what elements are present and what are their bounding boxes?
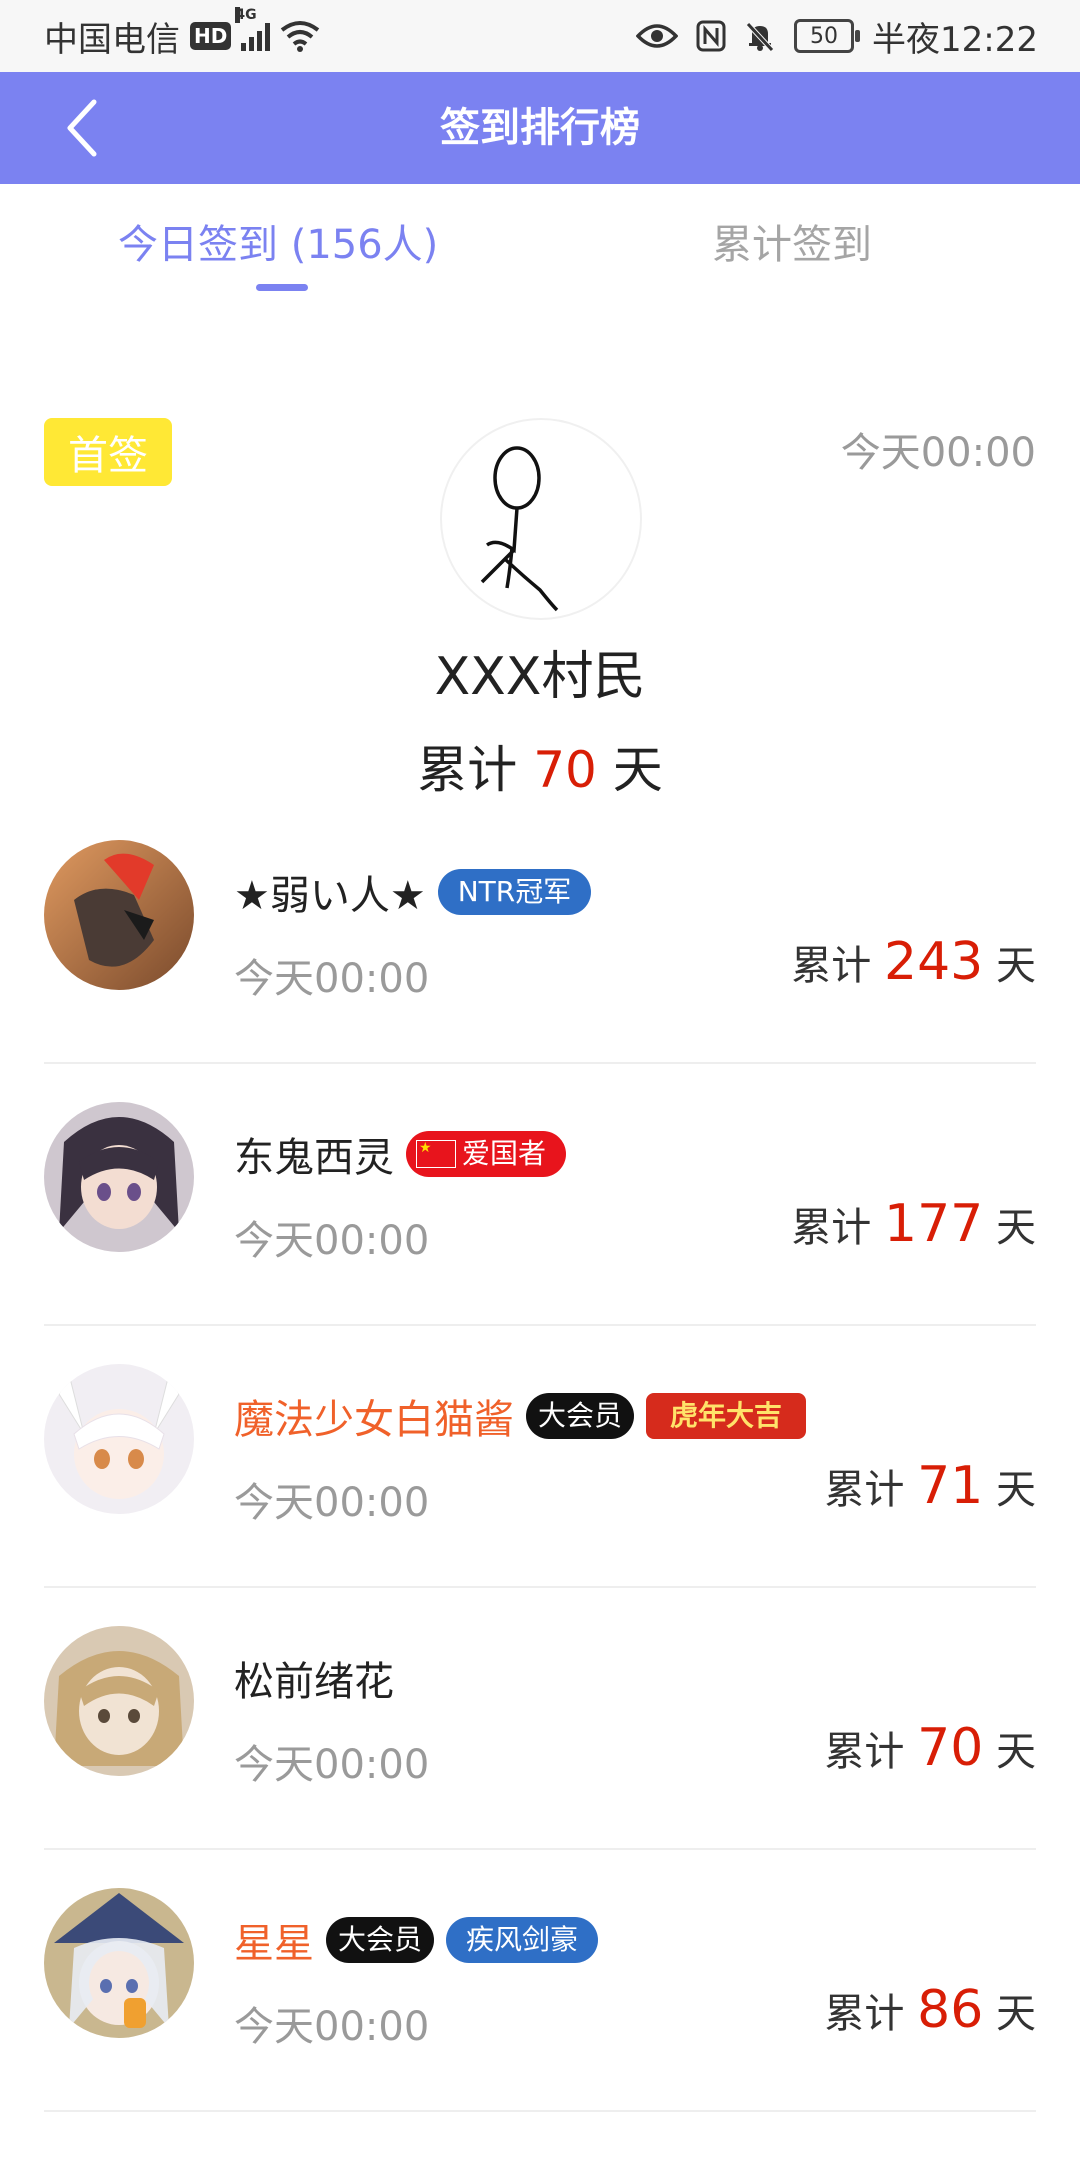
- total-days: 累计 177 天: [791, 1194, 1036, 1254]
- tab-total-signin[interactable]: 累计签到: [712, 212, 872, 270]
- total-days: 累计 243 天: [791, 932, 1036, 992]
- user-name: ★弱い人★: [234, 873, 426, 919]
- avatar-image: [44, 840, 194, 990]
- nfc-icon: [696, 20, 726, 52]
- days-prefix: 累计: [824, 1729, 905, 1775]
- avatar-image: [44, 1102, 194, 1252]
- first-sign-name: XXX村民: [434, 647, 646, 707]
- avatar[interactable]: [44, 1888, 194, 2038]
- days-prefix: 累计: [824, 1467, 905, 1513]
- status-bar: 中国电信 HD 4G 50 半夜12:22: [0, 0, 1080, 72]
- tab-active-indicator: [256, 284, 308, 291]
- title-badge: ★ 爱国者: [406, 1131, 567, 1177]
- sign-time: 今天00:00: [234, 1218, 430, 1264]
- list-item[interactable]: ★弱い人★ NTR冠军 今天00:00 累计 243 天: [44, 800, 1036, 1064]
- user-name: 魔法少女白猫酱: [234, 1397, 514, 1443]
- sign-time: 今天00:00: [234, 956, 430, 1002]
- battery-icon: 50: [794, 19, 861, 53]
- first-sign-time: 今天00:00: [840, 430, 1036, 476]
- list-item[interactable]: 星星 大会员 疾风剑豪 今天00:00 累计 86 天: [44, 1848, 1036, 2112]
- total-days: 累计 71 天: [824, 1456, 1036, 1516]
- page-title: 签到排行榜: [440, 105, 640, 151]
- first-sign-avatar[interactable]: [440, 418, 642, 620]
- avatar[interactable]: [44, 1626, 194, 1776]
- avatar[interactable]: [44, 1364, 194, 1514]
- vip-badge: 大会员: [326, 1917, 435, 1963]
- days-suffix: 天: [996, 943, 1036, 989]
- signal-icon: 4G: [235, 7, 271, 51]
- total-days: 累计 70 天: [824, 1718, 1036, 1778]
- mute-bell-icon: [746, 22, 774, 52]
- days-suffix: 天: [996, 1729, 1036, 1775]
- days-count: 86: [917, 1980, 984, 2040]
- days-suffix: 天: [612, 741, 663, 799]
- sign-time: 今天00:00: [234, 1742, 430, 1788]
- avatar[interactable]: [44, 840, 194, 990]
- days-suffix: 天: [996, 1467, 1036, 1513]
- first-sign-badge: 首签: [44, 418, 172, 486]
- total-days: 累计 86 天: [824, 1980, 1036, 2040]
- user-name: 星星: [234, 1921, 314, 1967]
- title-badge-label: 爱国者: [462, 1137, 547, 1170]
- days-count: 70: [533, 741, 597, 799]
- list-item[interactable]: 东鬼西灵 ★ 爱国者 今天00:00 累计 177 天: [44, 1062, 1036, 1326]
- avatar-image: [44, 1626, 194, 1776]
- clock: 半夜12:22: [872, 19, 1038, 60]
- days-count: 71: [917, 1456, 984, 1516]
- china-flag-icon: ★: [416, 1140, 456, 1168]
- list-item[interactable]: 松前绪花 今天00:00 累计 70 天: [44, 1586, 1036, 1850]
- days-prefix: 累计: [791, 943, 872, 989]
- user-name: 东鬼西灵: [234, 1135, 394, 1181]
- lantern-badge: 虎年大吉: [646, 1393, 807, 1439]
- eye-icon: [636, 24, 679, 48]
- tab-bar: 今日签到 (156人) 累计签到: [0, 184, 1080, 304]
- vip-badge: 大会员: [526, 1393, 635, 1439]
- sign-time: 今天00:00: [234, 2004, 430, 2050]
- wifi-icon: [281, 21, 320, 52]
- days-prefix: 累计: [791, 1205, 872, 1251]
- avatar-image: [44, 1364, 194, 1514]
- network-type-label: 4G: [235, 7, 257, 23]
- first-sign-days: 累计 70 天: [0, 730, 1080, 802]
- days-suffix: 天: [996, 1991, 1036, 2037]
- hd-icon: HD: [190, 22, 232, 50]
- avatar[interactable]: [44, 1102, 194, 1252]
- days-prefix: 累计: [824, 1991, 905, 2037]
- user-name: 松前绪花: [234, 1659, 394, 1705]
- stick-figure-avatar-icon: [480, 446, 559, 612]
- battery-level: 50: [810, 23, 839, 49]
- list-item[interactable]: 魔法少女白猫酱 大会员 虎年大吉 今天00:00 累计 71 天: [44, 1324, 1036, 1588]
- days-count: 177: [884, 1194, 984, 1254]
- days-count: 243: [884, 932, 984, 992]
- tab-today-signin[interactable]: 今日签到 (156人): [118, 212, 438, 270]
- days-prefix: 累计: [417, 741, 518, 799]
- title-badge: NTR冠军: [437, 869, 592, 915]
- days-suffix: 天: [996, 1205, 1036, 1251]
- app-header: 签到排行榜: [0, 72, 1080, 184]
- carrier-label: 中国电信: [44, 19, 180, 60]
- sign-time: 今天00:00: [234, 1480, 430, 1526]
- title-badge: 疾风剑豪: [446, 1917, 599, 1963]
- avatar-image: [44, 1888, 194, 2038]
- days-count: 70: [917, 1718, 984, 1778]
